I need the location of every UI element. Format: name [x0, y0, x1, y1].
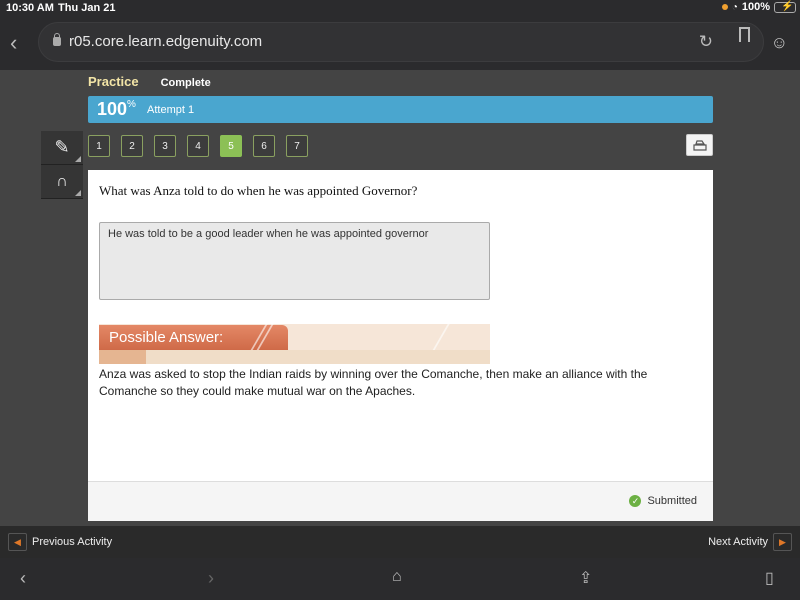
- wifi-icon: ◔: [731, 1, 738, 13]
- headphones-icon: ∩: [56, 172, 68, 190]
- question-button-4[interactable]: 4: [187, 135, 209, 157]
- question-button-3[interactable]: 3: [154, 135, 176, 157]
- question-button-5[interactable]: 5: [220, 135, 242, 157]
- recording-dot-icon: [721, 4, 728, 10]
- lock-icon: [53, 33, 61, 46]
- share-icon[interactable]: ⇪: [579, 568, 592, 588]
- back-icon[interactable]: ‹: [10, 30, 17, 56]
- previous-activity-label[interactable]: Previous Activity: [32, 536, 112, 548]
- question-nav: 1 2 3 4 5 6 7: [88, 135, 308, 157]
- bookmark-icon[interactable]: [739, 27, 750, 42]
- question-text: What was Anza told to do when he was app…: [99, 183, 418, 198]
- battery-level: 100%: [741, 1, 770, 13]
- pencil-tool-button[interactable]: ✎: [41, 131, 83, 165]
- browser-toolbar: ‹ › ⌂ ⇪ ▯: [0, 558, 800, 600]
- previous-activity-button[interactable]: ◀: [8, 533, 27, 551]
- status-time: 10:30 AM: [6, 2, 54, 14]
- toolbar-back-icon[interactable]: ‹: [20, 568, 26, 589]
- toolbar-forward-icon[interactable]: ›: [208, 568, 214, 589]
- check-circle-icon: ✓: [629, 495, 642, 507]
- home-icon[interactable]: ⌂: [392, 568, 402, 586]
- caret-left-icon: ◀: [14, 536, 21, 547]
- response-field[interactable]: He was told to be a good leader when he …: [99, 222, 490, 300]
- question-button-7[interactable]: 7: [286, 135, 308, 157]
- next-activity-label[interactable]: Next Activity: [708, 536, 768, 548]
- score-bar: 100% Attempt 1: [88, 96, 713, 123]
- print-icon: [692, 139, 707, 151]
- activity-nav-bar: ◀ Previous Activity Next Activity ▶: [0, 526, 800, 558]
- activity-player: Practice Complete 100% Attempt 1 ✎ ∩ 1 2…: [0, 70, 800, 526]
- possible-answer-banner: Possible Answer:: [99, 324, 490, 364]
- question-button-1[interactable]: 1: [88, 135, 110, 157]
- question-button-2[interactable]: 2: [121, 135, 143, 157]
- audio-tool-button[interactable]: ∩: [41, 165, 83, 199]
- tool-panel: ✎ ∩: [41, 131, 83, 199]
- address-bar[interactable]: r05.core.learn.edgenuity.com ↻: [38, 22, 764, 62]
- caret-right-icon: ▶: [779, 536, 786, 547]
- pencil-icon: ✎: [54, 137, 70, 157]
- next-activity-button[interactable]: ▶: [773, 533, 792, 551]
- question-footer: ✓ Submitted: [88, 481, 713, 521]
- activity-mode: Practice: [88, 74, 139, 89]
- status-bar: 10:30 AM Thu Jan 21 ◔ 100% ⚡: [0, 0, 800, 16]
- question-content: What was Anza told to do when he was app…: [88, 170, 713, 521]
- activity-status: Complete: [160, 77, 211, 89]
- attempt-label: Attempt 1: [147, 104, 195, 116]
- score-value: 100%: [97, 99, 136, 119]
- question-button-6[interactable]: 6: [253, 135, 275, 157]
- battery-charging-icon: ⚡: [774, 1, 796, 13]
- tabs-icon[interactable]: ▯: [765, 568, 774, 588]
- possible-answer-text: Anza was asked to stop the Indian raids …: [99, 367, 648, 398]
- browser-bar: ‹ r05.core.learn.edgenuity.com ↻ ☺: [0, 16, 800, 70]
- reload-icon[interactable]: ↻: [699, 32, 713, 52]
- submission-status: ✓ Submitted: [629, 495, 697, 507]
- status-date: Thu Jan 21: [58, 2, 116, 14]
- print-button[interactable]: [686, 134, 713, 156]
- url-text[interactable]: r05.core.learn.edgenuity.com: [69, 33, 262, 50]
- possible-answer-label: Possible Answer:: [109, 329, 224, 346]
- reader-icon[interactable]: ☺: [771, 33, 788, 53]
